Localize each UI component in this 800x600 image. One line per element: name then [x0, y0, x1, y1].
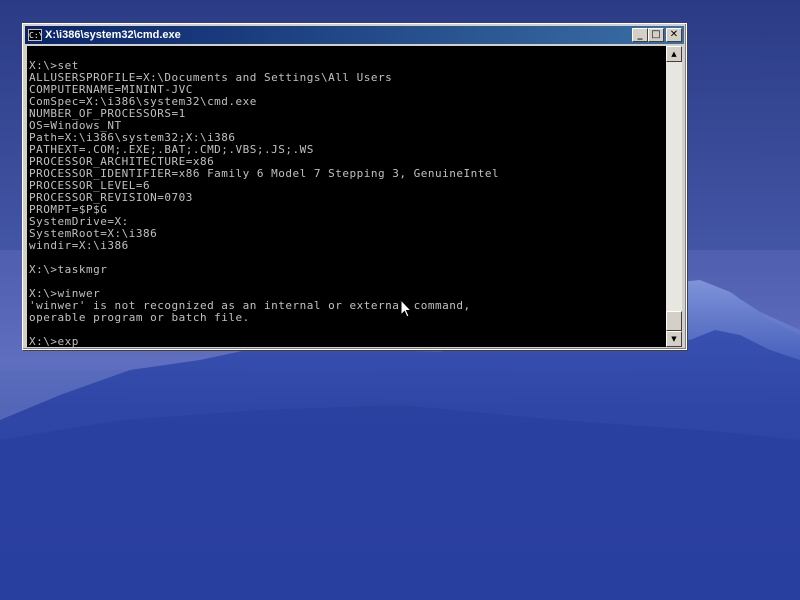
console-output[interactable]: X:\>set ALLUSERSPROFILE=X:\Documents and… [27, 46, 666, 347]
scroll-down-arrow-icon[interactable]: ▼ [666, 331, 682, 347]
minimize-button[interactable]: _ [632, 28, 648, 42]
console-line: windir=X:\i386 [29, 239, 129, 252]
console-line: operable program or batch file. [29, 311, 250, 324]
window-controls: _ □ ✕ [632, 28, 682, 42]
console-text: X:\>set ALLUSERSPROFILE=X:\Documents and… [27, 46, 666, 348]
scrollbar-thumb[interactable] [666, 311, 682, 331]
mouse-pointer-icon [400, 299, 412, 318]
titlebar[interactable]: C:\ X:\i386\system32\cmd.exe _ □ ✕ [25, 26, 684, 44]
maximize-button[interactable]: □ [648, 28, 664, 42]
scroll-up-arrow-icon[interactable]: ▲ [666, 46, 682, 62]
cmd-window[interactable]: C:\ X:\i386\system32\cmd.exe _ □ ✕ X:\>s… [22, 23, 687, 350]
cmd-prompt-icon[interactable]: C:\ [28, 29, 42, 41]
vertical-scrollbar[interactable]: ▲ ▼ [666, 46, 682, 347]
close-button[interactable]: ✕ [666, 28, 682, 42]
window-title: X:\i386\system32\cmd.exe [45, 29, 181, 41]
console-line: X:\>exp [29, 335, 79, 348]
console-line: X:\>taskmgr [29, 263, 108, 276]
